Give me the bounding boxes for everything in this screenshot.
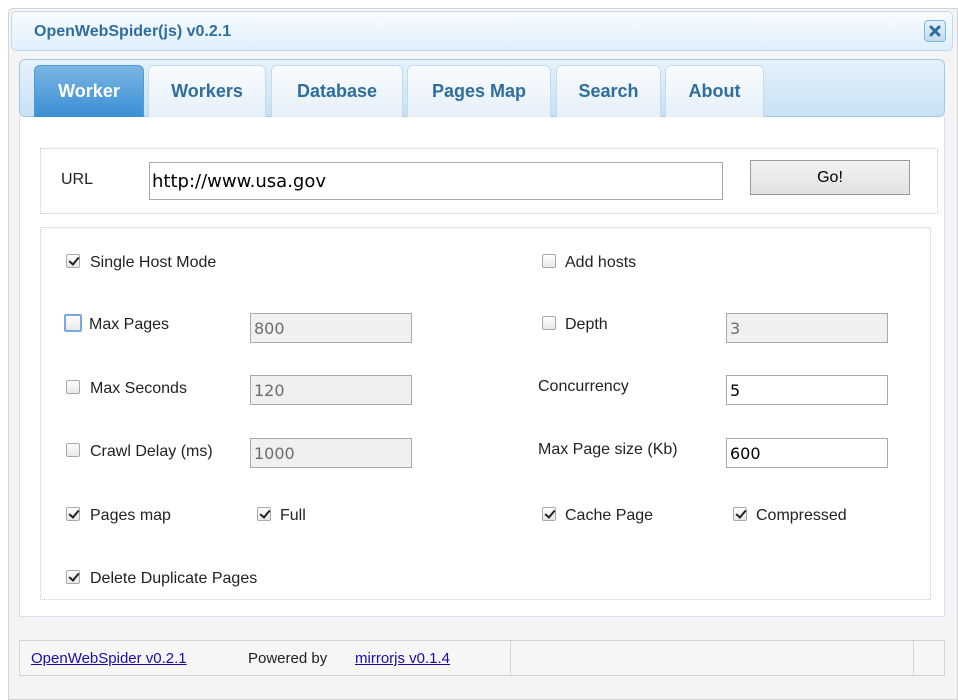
max-pages-field[interactable]: 800 (250, 313, 412, 343)
depth-label: Depth (565, 316, 608, 333)
delete-duplicate-pages-label: Delete Duplicate Pages (90, 570, 258, 587)
url-label: URL (61, 171, 94, 188)
max-seconds-field[interactable]: 120 (250, 375, 412, 405)
max-page-size-label: Max Page size (Kb) (538, 441, 678, 458)
url-input[interactable] (149, 162, 723, 200)
pages-map-label: Pages map (90, 507, 171, 524)
close-icon (929, 25, 941, 37)
options-section (40, 227, 931, 600)
depth-checkbox[interactable] (542, 316, 556, 330)
crawl-delay-field[interactable]: 1000 (250, 438, 412, 468)
close-button[interactable] (924, 20, 946, 42)
tab-database[interactable]: Database (271, 65, 403, 117)
single-host-mode-checkbox[interactable] (66, 254, 80, 268)
max-seconds-label: Max Seconds (90, 380, 187, 397)
tab-bar: Worker Workers Database Pages Map Search… (19, 59, 945, 117)
depth-field[interactable]: 3 (726, 313, 888, 343)
max-pages-label: Max Pages (89, 316, 170, 333)
tab-about[interactable]: About (665, 65, 764, 117)
tab-pages-map[interactable]: Pages Map (407, 65, 551, 117)
cache-page-label: Cache Page (565, 507, 654, 524)
delete-duplicate-pages-checkbox[interactable] (66, 570, 80, 584)
single-host-mode-label: Single Host Mode (90, 254, 217, 271)
concurrency-field[interactable]: 5 (726, 375, 888, 405)
max-seconds-checkbox[interactable] (66, 380, 80, 394)
compressed-label: Compressed (756, 507, 847, 524)
app-version-link[interactable]: OpenWebSpider v0.2.1 (31, 650, 187, 667)
go-button[interactable]: Go! (750, 160, 910, 195)
full-checkbox[interactable] (257, 507, 271, 521)
pages-map-checkbox[interactable] (66, 507, 80, 521)
crawl-delay-label: Crawl Delay (ms) (90, 443, 213, 460)
full-label: Full (280, 507, 306, 524)
mirrorjs-link[interactable]: mirrorjs v0.1.4 (355, 650, 450, 667)
cache-page-checkbox[interactable] (542, 507, 556, 521)
add-hosts-label: Add hosts (565, 254, 637, 271)
max-page-size-field[interactable]: 600 (726, 438, 888, 468)
add-hosts-checkbox[interactable] (542, 254, 556, 268)
window-title: OpenWebSpider(js) v0.2.1 (34, 23, 232, 40)
crawl-delay-checkbox[interactable] (66, 443, 80, 457)
concurrency-label: Concurrency (538, 378, 629, 395)
max-pages-checkbox[interactable] (64, 314, 82, 332)
tab-search[interactable]: Search (556, 65, 661, 117)
title-bar: OpenWebSpider(js) v0.2.1 (11, 11, 953, 51)
status-divider (913, 641, 914, 675)
tab-worker[interactable]: Worker (34, 65, 144, 117)
powered-by-text: Powered by (248, 650, 328, 667)
compressed-checkbox[interactable] (733, 507, 747, 521)
status-divider (510, 641, 511, 675)
tab-workers[interactable]: Workers (148, 65, 266, 117)
